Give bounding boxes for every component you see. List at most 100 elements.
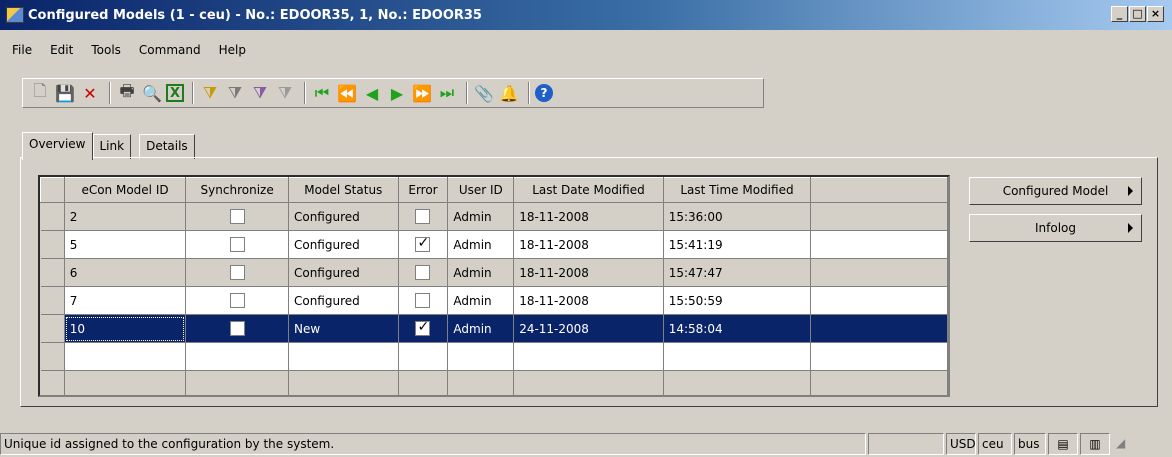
cell-last-time-modified[interactable]	[663, 370, 812, 395]
cell-model-id[interactable]: 7	[64, 286, 187, 315]
cell-last-time-modified[interactable]: 15:47:47	[663, 258, 812, 287]
filter-by-grid-icon[interactable]: ⧩	[224, 82, 246, 104]
row-selector[interactable]	[40, 258, 65, 287]
table-row[interactable]: 5 Configured Admin18-11-200815:41:19	[40, 230, 948, 259]
col-user-id[interactable]: User ID	[447, 177, 515, 203]
cell-user-id[interactable]: Admin	[447, 258, 515, 287]
cell-last-date-modified[interactable]: 18-11-2008	[513, 230, 664, 259]
cell-model-id[interactable]: 6	[64, 258, 187, 287]
cell-user-id[interactable]: Admin	[447, 286, 515, 315]
cell-last-date-modified[interactable]: 18-11-2008	[513, 286, 664, 315]
cell-last-date-modified[interactable]: 18-11-2008	[513, 202, 664, 231]
cell-model-status[interactable]	[288, 342, 399, 371]
cell-last-time-modified[interactable]: 15:50:59	[663, 286, 812, 315]
cell-last-date-modified[interactable]	[513, 370, 664, 395]
minimize-button[interactable]: _	[1111, 6, 1128, 22]
table-row[interactable]: 2 Configured Admin 18-11-2008 15:36:00	[40, 202, 948, 231]
synchronize-checkbox[interactable]	[229, 293, 245, 308]
cell-last-time-modified[interactable]: 14:58:04	[663, 314, 812, 343]
cell-user-id[interactable]	[447, 342, 515, 371]
cell-error[interactable]	[398, 342, 449, 371]
cell-model-id[interactable]: 2	[64, 202, 187, 231]
print-preview-icon[interactable]: 🔍	[141, 82, 163, 104]
cell-user-id[interactable]: Admin	[447, 202, 515, 231]
delete-icon[interactable]: ✕	[79, 82, 101, 104]
error-checkbox[interactable]	[415, 235, 431, 252]
synchronize-checkbox[interactable]	[229, 209, 245, 224]
print-icon[interactable]: 🖶	[116, 81, 138, 104]
cell-user-id[interactable]: Admin	[447, 314, 515, 343]
table-row[interactable]	[40, 370, 948, 395]
row-selector[interactable]	[40, 202, 65, 231]
row-selector[interactable]	[40, 230, 65, 259]
tab-details[interactable]: Details	[139, 134, 195, 159]
table-row[interactable]: 6 Configured Admin 18-11-2008 15:47:47	[40, 258, 948, 287]
next-record-icon[interactable]: ▶	[386, 82, 408, 104]
col-model-status[interactable]: Model Status	[287, 177, 399, 203]
table-row[interactable]: 7 Configured Admin 18-11-2008 15:50:59	[40, 286, 948, 315]
excel-icon[interactable]: X	[166, 84, 184, 102]
cell-synchronize[interactable]	[185, 342, 289, 371]
resize-grip-icon[interactable]: ◢	[1116, 436, 1132, 452]
cell-model-id[interactable]	[64, 342, 187, 371]
cell-model-id[interactable]: 10	[64, 314, 187, 343]
close-button[interactable]: ×	[1147, 6, 1164, 22]
new-icon[interactable]: 🗋	[29, 81, 51, 104]
cell-last-time-modified[interactable]: 15:41:19	[663, 230, 812, 259]
first-record-icon[interactable]: ⏮	[311, 82, 333, 104]
alert-icon[interactable]: 🔔	[498, 82, 520, 104]
status-currency[interactable]: USD	[946, 432, 976, 455]
cell-model-status[interactable]: Configured	[288, 202, 399, 231]
advanced-filter-icon[interactable]: ⧩	[249, 82, 271, 104]
menu-file[interactable]: File	[12, 43, 32, 57]
menu-edit[interactable]: Edit	[50, 43, 73, 57]
cell-user-id[interactable]: Admin	[447, 230, 515, 259]
col-econ-model-id[interactable]: eCon Model ID	[63, 177, 187, 203]
error-checkbox[interactable]	[415, 265, 431, 280]
cell-user-id[interactable]	[447, 370, 515, 395]
infolog-button[interactable]: Infolog	[969, 214, 1142, 242]
col-error[interactable]: Error	[397, 177, 449, 203]
status-company[interactable]: ceu	[978, 432, 1012, 455]
last-record-icon[interactable]: ⏭	[436, 82, 458, 104]
cell-last-time-modified[interactable]: 15:36:00	[663, 202, 812, 231]
cell-model-status[interactable]: Configured	[288, 286, 399, 315]
row-selector[interactable]	[40, 314, 65, 343]
menu-help[interactable]: Help	[219, 43, 246, 57]
col-synchronize[interactable]: Synchronize	[185, 177, 289, 203]
cell-last-time-modified[interactable]	[663, 342, 812, 371]
error-checkbox[interactable]	[415, 209, 431, 224]
document-handling-icon[interactable]: 📎	[473, 82, 495, 104]
previous-record-icon[interactable]: ◀	[361, 82, 383, 104]
status-layer[interactable]: bus	[1014, 432, 1046, 455]
cell-model-status[interactable]: Configured	[288, 258, 399, 287]
filter-by-selection-icon[interactable]: ⧩	[199, 82, 221, 104]
cell-last-date-modified[interactable]	[513, 342, 664, 371]
cell-model-status[interactable]	[288, 370, 399, 395]
error-checkbox[interactable]	[415, 293, 431, 308]
cell-model-status[interactable]: New	[288, 314, 399, 343]
synchronize-checkbox[interactable]	[229, 321, 245, 336]
menu-command[interactable]: Command	[139, 43, 201, 57]
status-database-icon[interactable]: ▥	[1080, 432, 1110, 455]
synchronize-checkbox[interactable]	[229, 237, 245, 252]
cell-synchronize[interactable]	[185, 370, 289, 395]
models-grid[interactable]: eCon Model ID Synchronize Model Status E…	[38, 175, 950, 397]
menu-tools[interactable]: Tools	[91, 43, 121, 57]
cell-model-id[interactable]	[64, 370, 187, 395]
configured-model-button[interactable]: Configured Model	[969, 177, 1142, 205]
error-checkbox[interactable]	[415, 319, 431, 336]
row-selector[interactable]	[40, 342, 65, 371]
next-page-icon[interactable]: ⏩	[411, 82, 433, 104]
cell-last-date-modified[interactable]: 18-11-2008	[513, 258, 664, 287]
tab-link[interactable]: Link	[92, 134, 132, 159]
previous-page-icon[interactable]: ⏪	[336, 82, 358, 104]
cell-model-status[interactable]: Configured	[288, 230, 399, 259]
col-last-time-modified[interactable]: Last Time Modified	[662, 177, 812, 203]
table-row[interactable]	[40, 342, 948, 371]
row-selector[interactable]	[40, 286, 65, 315]
help-icon[interactable]: ?	[535, 84, 553, 102]
table-row[interactable]: 10 New Admin24-11-200814:58:04	[40, 314, 948, 343]
cell-error[interactable]	[398, 370, 449, 395]
tab-overview[interactable]: Overview	[22, 132, 93, 160]
